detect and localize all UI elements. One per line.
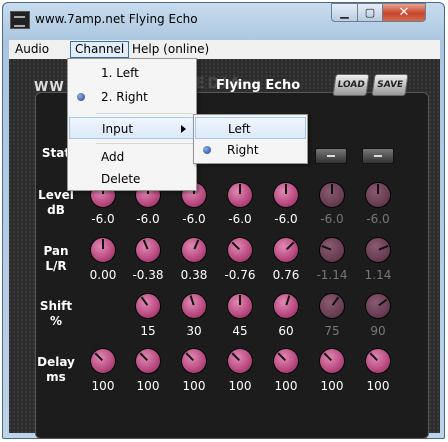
delay-value: 100 xyxy=(91,379,115,393)
pan-knob[interactable] xyxy=(320,238,344,262)
delay-knob[interactable] xyxy=(320,349,344,373)
shift-value: 45 xyxy=(232,324,248,338)
shift-knob[interactable] xyxy=(366,294,390,318)
menu-channel[interactable]: Channel xyxy=(70,41,130,58)
shift-value: 90 xyxy=(370,324,386,338)
delay-knob[interactable] xyxy=(228,349,252,373)
menu-separator xyxy=(96,113,193,114)
status-button[interactable] xyxy=(315,148,347,164)
delay-label: Delay ms xyxy=(37,355,75,384)
plugin-title: Flying Echo xyxy=(216,78,301,93)
shift-knob[interactable] xyxy=(182,294,206,318)
delay-knob[interactable] xyxy=(366,349,390,373)
pan-knob[interactable] xyxy=(274,238,298,262)
load-button[interactable]: LOAD xyxy=(332,74,370,96)
shift-label: Shift % xyxy=(39,299,73,328)
level-value: -6.0 xyxy=(274,212,298,226)
menu-item-input[interactable]: Input xyxy=(69,117,195,139)
delay-value: 100 xyxy=(320,379,344,393)
shift-value: 60 xyxy=(278,324,294,338)
level-knob[interactable] xyxy=(228,183,252,207)
channel-menu: 1. Left 2. Right Input Add Delete xyxy=(67,58,197,191)
level-value: -6.0 xyxy=(182,212,206,226)
menu-separator xyxy=(96,143,193,144)
level-knob[interactable] xyxy=(320,183,344,207)
delay-knob[interactable] xyxy=(136,349,160,373)
level-knob[interactable] xyxy=(274,183,298,207)
delay-knob[interactable] xyxy=(91,349,115,373)
pan-value: -1.14 xyxy=(316,268,348,282)
shift-knob[interactable] xyxy=(274,294,298,318)
delay-value: 100 xyxy=(136,379,160,393)
submenu-item-left[interactable]: Left xyxy=(195,117,306,139)
menu-bar: Audio Channel Help (online) xyxy=(9,40,440,59)
pan-value: -0.38 xyxy=(132,268,164,282)
shift-value: 15 xyxy=(140,324,156,338)
menu-audio[interactable]: Audio xyxy=(11,42,53,57)
shift-knob[interactable] xyxy=(320,294,344,318)
title-bar[interactable]: www.7amp.net Flying Echo ▁ ▢ ✕ xyxy=(3,3,444,41)
pan-knob[interactable] xyxy=(91,238,115,262)
menu-item-left[interactable]: 1. Left xyxy=(69,62,195,84)
shift-value: 30 xyxy=(186,324,202,338)
menu-item-add[interactable]: Add xyxy=(69,146,195,168)
minimize-button[interactable]: ▁ xyxy=(331,3,358,22)
level-value: -6.0 xyxy=(320,212,344,226)
menu-item-delete[interactable]: Delete xyxy=(69,168,195,190)
pan-value: 0.00 xyxy=(89,268,117,282)
submenu-item-right[interactable]: Right xyxy=(195,139,306,161)
shift-knob[interactable] xyxy=(228,294,252,318)
level-knob[interactable] xyxy=(366,183,390,207)
pan-label: Pan L/R xyxy=(43,244,69,273)
save-button[interactable]: SAVE xyxy=(371,74,409,96)
delay-knob[interactable] xyxy=(274,349,298,373)
pan-value: 1.14 xyxy=(364,268,392,282)
pan-knob[interactable] xyxy=(182,238,206,262)
status-button[interactable] xyxy=(362,148,394,164)
pan-knob[interactable] xyxy=(228,238,252,262)
delay-knob[interactable] xyxy=(182,349,206,373)
pan-value: 0.76 xyxy=(272,268,300,282)
maximize-button[interactable]: ▢ xyxy=(357,3,383,22)
pan-knob[interactable] xyxy=(366,238,390,262)
input-submenu: Left Right xyxy=(193,114,308,164)
submenu-arrow-icon xyxy=(181,125,186,133)
app-icon[interactable] xyxy=(10,11,30,29)
shift-value: 75 xyxy=(324,324,340,338)
pan-value: -0.76 xyxy=(224,268,256,282)
level-value: -6.0 xyxy=(136,212,160,226)
pan-value: 0.38 xyxy=(180,268,208,282)
level-value: -6.0 xyxy=(228,212,252,226)
menu-item-right[interactable]: 2. Right xyxy=(69,86,195,108)
plugin-logo: WW xyxy=(34,80,65,95)
level-value: -6.0 xyxy=(366,212,390,226)
menu-help[interactable]: Help (online) xyxy=(128,42,213,57)
pan-knob[interactable] xyxy=(136,238,160,262)
shift-knob[interactable] xyxy=(136,294,160,318)
close-button[interactable]: ✕ xyxy=(382,3,426,22)
delay-value: 100 xyxy=(274,379,298,393)
delay-value: 100 xyxy=(366,379,390,393)
radio-selected-icon xyxy=(77,93,85,101)
delay-value: 100 xyxy=(182,379,206,393)
delay-value: 100 xyxy=(228,379,252,393)
window-title: www.7amp.net Flying Echo xyxy=(35,12,198,26)
radio-selected-icon xyxy=(203,146,211,154)
level-label: Level dB xyxy=(38,188,74,217)
level-value: -6.0 xyxy=(91,212,115,226)
